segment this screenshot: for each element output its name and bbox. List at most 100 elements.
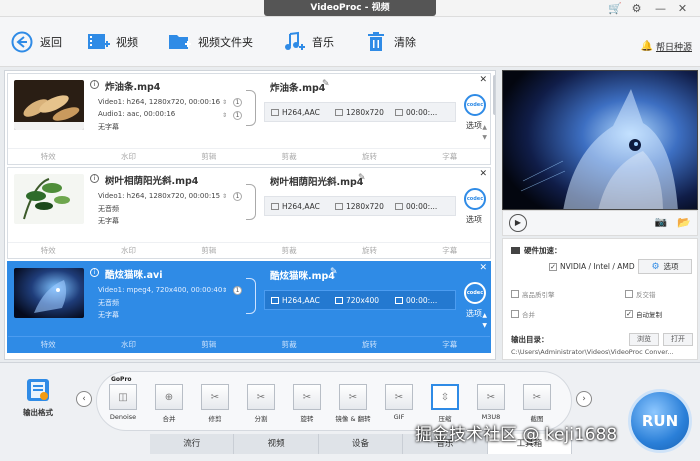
play-icon[interactable]: ▶ [509,214,527,232]
cut-button[interactable]: 剪辑 [169,151,249,162]
tool-merge[interactable]: ⊕ 合并 [149,384,189,423]
effects-button[interactable]: 特效 [8,339,88,350]
run-button[interactable]: RUN [628,389,692,453]
tool-label: GIF [393,413,405,421]
help-link[interactable]: 🔔 帮日种源 [641,40,692,53]
deinterlace-row[interactable]: 反交错 [625,289,656,299]
tool-snapshot[interactable]: ✂ 截图 [517,384,557,423]
tool-split[interactable]: ✂ 分割 [241,384,281,423]
move-up-icon[interactable]: ▲ [482,312,487,319]
scroll-right-icon[interactable]: › [576,391,592,407]
rename-pencil-icon[interactable]: ✎ [330,267,338,277]
tool-denoise[interactable]: ◫ Denoise [103,384,143,421]
watermark-button[interactable]: 水印 [88,151,168,162]
video-track-spinner[interactable]: ⇕ [222,287,227,294]
video-track-spinner[interactable]: ⇕ [222,193,227,200]
open-dir-button[interactable]: 打开 [663,333,693,346]
info-icon[interactable]: i [90,80,99,89]
tool-m3u8[interactable]: ✂ M3U8 [471,384,511,421]
effects-button[interactable]: 特效 [8,245,88,256]
denoise-icon: ◫ [109,384,137,410]
crop-button[interactable]: 剪裁 [249,151,329,162]
cut-button[interactable]: 剪辑 [169,339,249,350]
move-up-icon[interactable]: ▲ [482,124,487,131]
tool-trim[interactable]: ✂ 修剪 [195,384,235,423]
gear-icon[interactable]: ⚙ [630,2,643,15]
tool-gif[interactable]: ✂ GIF [379,384,419,421]
list-scrollbar[interactable] [493,75,495,115]
codec-options-icon[interactable]: codec [464,188,486,210]
subtitle-button[interactable]: 字幕 [410,339,490,350]
video-item[interactable]: i 炸油条.mp4 Video1: h264, 1280x720, 00:00:… [7,73,491,165]
remove-item-icon[interactable]: ✕ [479,263,487,273]
auto-copy-checkbox[interactable]: ✓ [625,310,633,318]
close-icon[interactable]: ✕ [676,2,689,15]
resolution-icon [335,202,343,210]
subtitle-meta: 无字幕 [98,217,119,225]
rotate-button[interactable]: 旋转 [329,151,409,162]
crop-button[interactable]: 剪裁 [249,339,329,350]
watermark-button[interactable]: 水印 [88,339,168,350]
merge-checkbox[interactable] [511,310,519,318]
scroll-left-icon[interactable]: ‹ [76,391,92,407]
info-icon[interactable]: i [90,268,99,277]
tab-device[interactable]: 设备 [318,434,404,454]
video-track-spinner[interactable]: ⇕ [222,99,227,106]
subtitle-button[interactable]: 字幕 [410,151,490,162]
codec-options-icon[interactable]: codec [464,94,486,116]
format-icon [271,202,279,210]
hw-options-button[interactable]: ⚙ 选项 [638,259,692,274]
rename-pencil-icon[interactable]: ✎ [322,79,330,89]
cart-icon[interactable]: 🛒 [608,2,622,15]
options-label[interactable]: 选项 [466,308,482,319]
nvidia-checkbox[interactable]: ✓ [549,262,557,271]
effects-button[interactable]: 特效 [8,151,88,162]
nvidia-checkbox-row[interactable]: ✓ NVIDIA / Intel / AMD [549,262,635,271]
open-folder-icon[interactable]: 📂 [677,216,691,229]
cut-button[interactable]: 剪辑 [169,245,249,256]
subtitle-button[interactable]: 字幕 [410,245,490,256]
options-label[interactable]: 选项 [466,120,482,131]
tool-compress[interactable]: ⇳ 压缩 [425,384,465,423]
options-label[interactable]: 选项 [466,214,482,225]
tab-video[interactable]: 视频 [234,434,319,454]
rename-pencil-icon[interactable]: ✎ [358,173,366,183]
source-filename: 树叶相荫阳光斜.mp4 [105,176,199,187]
rotate-button[interactable]: 旋转 [329,339,409,350]
browse-button[interactable]: 浏览 [629,333,659,346]
watermark-text: 掘金技术社区 @ keji1688 [415,425,618,445]
add-video-folder-button[interactable]: 视频文件夹 [168,28,253,56]
back-button[interactable]: 返回 [10,28,62,56]
rotate-button[interactable]: 旋转 [329,245,409,256]
video-item[interactable]: i 树叶相荫阳光斜.mp4 Video1: h264, 1280x720, 00… [7,167,491,259]
snapshot-camera-icon[interactable]: 📷 [655,217,667,228]
codec-options-icon[interactable]: codec [464,282,486,304]
convert-bracket [246,278,256,314]
minimize-icon[interactable]: — [654,2,667,15]
watermark-button[interactable]: 水印 [88,245,168,256]
deinterlace-checkbox[interactable] [625,290,633,298]
compress-icon: ⇳ [431,384,459,410]
tool-label: 修剪 [208,415,222,423]
move-down-icon[interactable]: ▼ [482,322,487,329]
add-video-button[interactable]: 视频 [86,28,138,56]
remove-item-icon[interactable]: ✕ [479,75,487,85]
add-music-button[interactable]: 音乐 [282,28,334,56]
auto-copy-row[interactable]: ✓ 自动复制 [625,309,662,319]
move-down-icon[interactable]: ▼ [482,134,487,141]
clear-button[interactable]: 清除 [364,28,416,56]
output-format-section[interactable]: 输出格式 [12,379,64,418]
high-quality-checkbox[interactable] [511,290,519,298]
audio-track-spinner[interactable]: ⇕ [222,112,227,119]
merge-row[interactable]: 合并 [511,309,535,319]
video-item-selected[interactable]: i 酷炫猫咪.avi Video1: mpeg4, 720x400, 00:00… [7,261,491,353]
tool-rotate[interactable]: ✂ 旋转 [287,384,327,423]
info-icon[interactable]: i [90,174,99,183]
remove-item-icon[interactable]: ✕ [479,169,487,179]
tool-mirror-flip[interactable]: ✂ 镜像 & 翻转 [333,384,373,423]
tab-popular[interactable]: 流行 [150,434,235,454]
video-preview[interactable] [502,70,698,210]
music-note-icon [282,30,306,54]
crop-button[interactable]: 剪裁 [249,245,329,256]
high-quality-row[interactable]: 高品质引擎 [511,289,555,299]
